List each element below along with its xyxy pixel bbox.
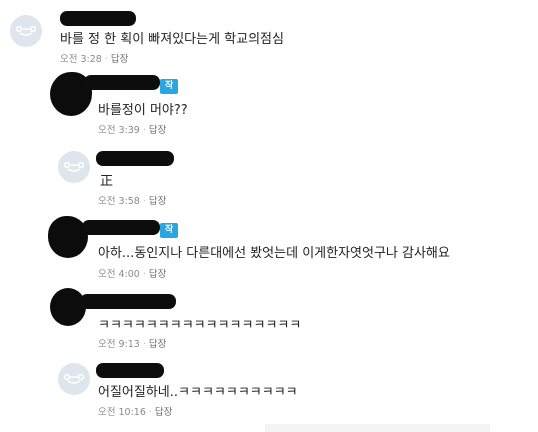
reply-link[interactable]: 답장 xyxy=(149,196,166,207)
comment-time: 오전 4:00 xyxy=(98,269,140,280)
author-name-redacted xyxy=(60,11,136,26)
meta-separator: · xyxy=(142,196,146,207)
meta-separator: · xyxy=(148,407,152,418)
comment-text: 아하...동인지나 다른대에선 봤엇는데 이게한자엿엇구나 감사해요 xyxy=(98,246,450,261)
author-badge: 작자 xyxy=(160,223,179,250)
comment-text: 바를 정 한 획이 빠져있다는게 학교의점심 xyxy=(60,32,284,47)
reply-link[interactable]: 답장 xyxy=(149,125,166,136)
comment-time: 오전 3:39 xyxy=(98,125,140,136)
comment-meta: 오전 10:16 · 답장 xyxy=(98,404,172,418)
author-name-redacted xyxy=(96,151,174,166)
reply-link[interactable]: 답장 xyxy=(149,269,166,280)
reply-link[interactable]: 답장 xyxy=(149,339,166,350)
author-name-redacted xyxy=(96,363,164,378)
comment-meta: 오전 9:13 · 답장 xyxy=(98,336,166,350)
comment-time: 오전 3:58 xyxy=(98,196,140,207)
comment-meta: 오전 3:39 · 답장 xyxy=(98,122,166,136)
comment-time: 오전 9:13 xyxy=(98,339,140,350)
comment-text: 어질어질하네..ㅋㅋㅋㅋㅋㅋㅋㅋㅋㅋ xyxy=(98,385,298,400)
meta-separator: · xyxy=(104,54,108,65)
bottom-strip xyxy=(265,424,490,432)
comment-time: 오전 3:28 xyxy=(60,54,102,65)
author-name-redacted xyxy=(82,220,160,235)
meta-separator: · xyxy=(142,269,146,280)
comment-text: 正 xyxy=(100,174,114,189)
reply-link[interactable]: 답장 xyxy=(155,407,172,418)
avatar-redacted[interactable] xyxy=(50,288,86,326)
meta-separator: · xyxy=(142,125,146,136)
avatar-redacted[interactable] xyxy=(48,216,88,258)
meta-separator: · xyxy=(142,339,146,350)
comment-meta: 오전 3:58 · 답장 xyxy=(98,193,166,207)
comment-text: 바를정이 머야?? xyxy=(98,103,188,118)
comment-time: 오전 10:16 xyxy=(98,407,146,418)
default-avatar-icon[interactable] xyxy=(10,15,42,47)
comment-meta: 오전 4:00 · 답장 xyxy=(98,266,166,280)
comment-text: ㅋㅋㅋㅋㅋㅋㅋㅋㅋㅋㅋㅋㅋㅋㅋㅋㅋ xyxy=(98,318,302,333)
reply-link[interactable]: 답장 xyxy=(111,54,128,65)
default-avatar-icon[interactable] xyxy=(58,363,90,395)
default-avatar-icon[interactable] xyxy=(58,151,90,183)
author-badge: 작자 xyxy=(160,79,179,106)
author-name-redacted xyxy=(80,294,176,309)
comment-meta: 오전 3:28 · 답장 xyxy=(60,51,128,65)
author-name-redacted xyxy=(84,75,160,90)
